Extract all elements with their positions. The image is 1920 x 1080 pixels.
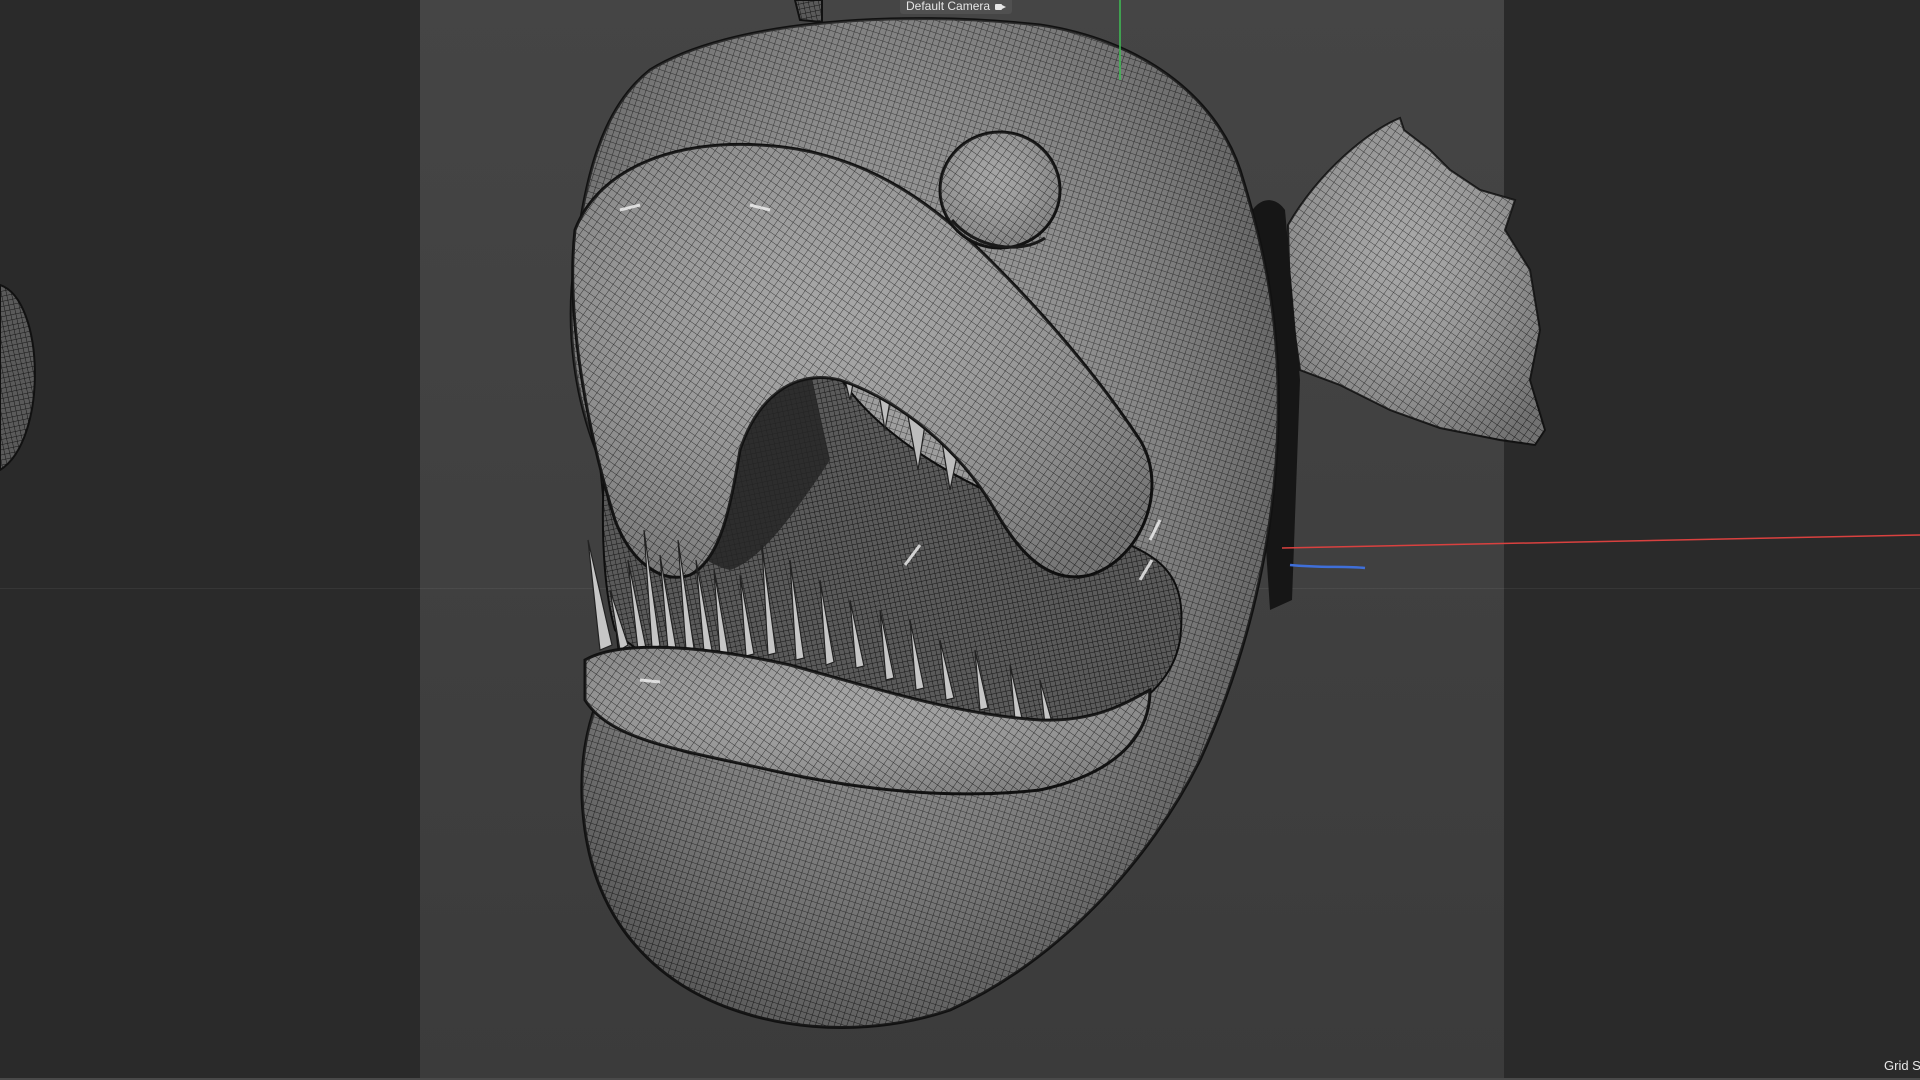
- eye: [938, 130, 1062, 250]
- sphere-object[interactable]: [0, 283, 36, 472]
- camera-label-text: Default Camera: [906, 0, 991, 13]
- camera-selector[interactable]: Default Camera: [900, 0, 1013, 14]
- lure-stalk: [793, 0, 823, 24]
- camera-icon: [995, 2, 1007, 11]
- grid-spacing-label: Grid S: [1884, 1058, 1920, 1073]
- anglerfish-wireframe-model[interactable]: [0, 0, 1920, 1080]
- 3d-viewport[interactable]: Default Camera Grid S: [0, 0, 1920, 1080]
- tail-fin: [1286, 116, 1547, 447]
